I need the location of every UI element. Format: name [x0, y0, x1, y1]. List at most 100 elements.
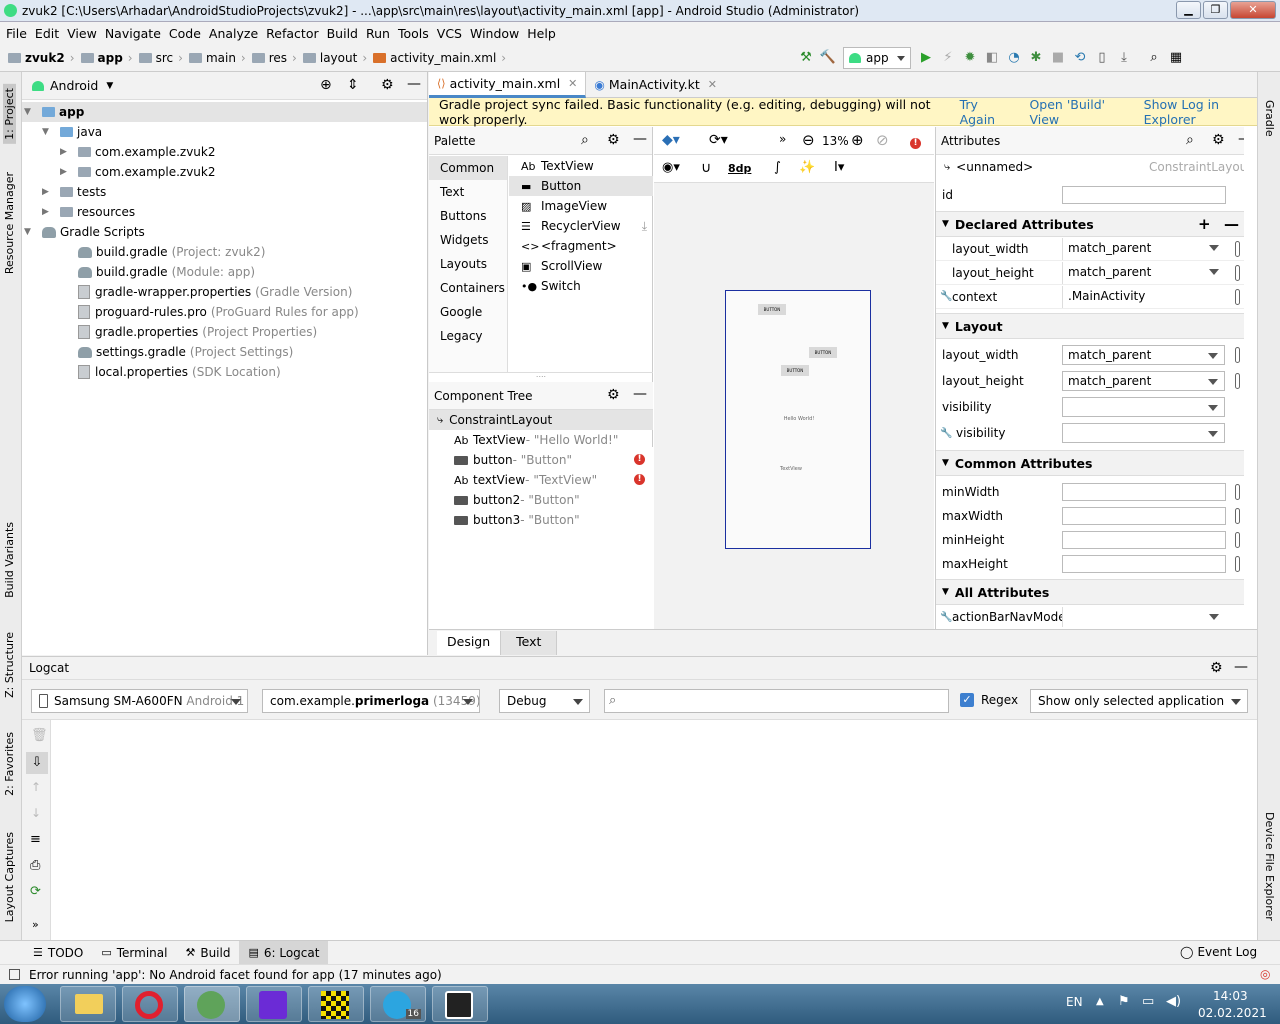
add-attribute-icon[interactable]: +: [1198, 215, 1211, 233]
media-taskbar-icon[interactable]: [246, 986, 302, 1022]
palette-category-containers[interactable]: Containers: [429, 276, 507, 300]
start-button[interactable]: [4, 986, 46, 1022]
apply-changes-icon[interactable]: ⚡: [937, 47, 959, 69]
maximize-button[interactable]: ❐: [1203, 1, 1228, 19]
expand-arrow-icon[interactable]: ▶: [42, 207, 54, 217]
hide-icon[interactable]: —: [633, 131, 647, 147]
align-icon[interactable]: I▾: [834, 160, 844, 175]
palette-category-layouts[interactable]: Layouts: [429, 252, 507, 276]
palette-item[interactable]: ▨ ImageView: [509, 196, 653, 216]
tree-item[interactable]: ▼ java: [22, 122, 427, 142]
telegram-taskbar-icon[interactable]: 16: [370, 986, 426, 1022]
menu-window[interactable]: Window: [470, 26, 519, 41]
favorites-tool-button[interactable]: 2: Favorites: [3, 732, 16, 796]
resource-picker-icon[interactable]: [1235, 556, 1240, 572]
restart-icon[interactable]: ⟳: [30, 884, 41, 899]
build-icon[interactable]: 🔨: [817, 47, 839, 69]
opera-taskbar-icon[interactable]: [122, 986, 178, 1022]
tab-activity-main[interactable]: ⟨⟩ activity_main.xml ✕: [429, 71, 587, 98]
attribute-value[interactable]: [1062, 531, 1226, 549]
orientation-icon[interactable]: ⟳▾: [709, 132, 728, 148]
magnet-icon[interactable]: ∪: [701, 160, 711, 176]
sdk-manager-icon[interactable]: ⤓: [1113, 47, 1135, 69]
gear-icon[interactable]: ⚙: [1210, 660, 1223, 676]
component-tree-item[interactable]: Ab textView - "TextView"!: [429, 470, 653, 490]
palette-category-text[interactable]: Text: [429, 180, 507, 204]
filter-select[interactable]: Show only selected application: [1030, 689, 1248, 713]
resource-manager-tool-button[interactable]: Resource Manager: [3, 172, 16, 274]
sync-gradle-icon[interactable]: ⟲: [1069, 47, 1091, 69]
more-icon[interactable]: »: [32, 918, 39, 931]
layout-captures-tool-button[interactable]: Layout Captures: [3, 832, 16, 922]
warning-icon[interactable]: ◎: [1260, 967, 1270, 981]
attribute-value[interactable]: .MainActivity: [1062, 286, 1226, 308]
search-icon[interactable]: ⌕: [1186, 132, 1194, 148]
preview-button[interactable]: BUTTON: [781, 365, 809, 376]
resource-picker-icon[interactable]: [1235, 288, 1240, 305]
attribute-value[interactable]: match_parent: [1062, 262, 1225, 284]
checker-taskbar-icon[interactable]: [308, 986, 364, 1022]
search-everywhere-icon[interactable]: ⌕: [1143, 47, 1165, 69]
open-build-link[interactable]: Open 'Build' View: [1029, 97, 1123, 127]
structure-tool-button[interactable]: Z: Structure: [3, 632, 16, 698]
show-log-link[interactable]: Show Log in Explorer: [1144, 97, 1257, 127]
common-attributes-section[interactable]: ▼ Common Attributes: [936, 450, 1244, 476]
breadcrumb-item[interactable]: src ›: [138, 51, 183, 65]
zoom-in-icon[interactable]: ⊕: [851, 131, 864, 149]
bottom-tab-build[interactable]: ⚒ Build: [176, 941, 239, 964]
tree-item[interactable]: ▶ com.example.zvuk2: [22, 142, 427, 162]
menu-tools[interactable]: Tools: [398, 26, 429, 41]
attribute-value[interactable]: match_parent: [1062, 371, 1225, 391]
profile-icon[interactable]: ◔: [1003, 47, 1025, 69]
clear-logcat-icon[interactable]: 🗑: [31, 728, 48, 743]
locate-icon[interactable]: ⊕: [320, 77, 332, 93]
preview-button[interactable]: BUTTON: [758, 304, 786, 315]
hide-icon[interactable]: —: [407, 76, 421, 92]
gear-icon[interactable]: ⚙: [607, 132, 620, 148]
more-icon[interactable]: »: [779, 132, 786, 146]
download-icon[interactable]: ⤓: [642, 219, 647, 234]
hide-icon[interactable]: —: [1238, 131, 1244, 147]
palette-item[interactable]: ▬ Button: [509, 176, 653, 196]
menu-file[interactable]: File: [6, 26, 27, 41]
print-icon[interactable]: ⎙: [30, 858, 40, 873]
collapse-all-icon[interactable]: ⇕: [347, 77, 359, 93]
tab-design[interactable]: Design: [437, 630, 502, 655]
device-preview[interactable]: BUTTON BUTTON BUTTON Hello World! TextVi…: [725, 290, 871, 549]
tree-item[interactable]: build.gradle (Project: zvuk2): [22, 242, 427, 262]
gradle-tool-button[interactable]: Gradle: [1263, 100, 1276, 137]
hide-icon[interactable]: —: [633, 386, 647, 402]
expand-arrow-icon[interactable]: ▼: [24, 227, 36, 237]
error-icon[interactable]: !: [910, 134, 921, 149]
error-icon[interactable]: !: [634, 474, 645, 485]
device-select[interactable]: Samsung SM-A600FN Android 1: [31, 689, 248, 713]
breadcrumb-item[interactable]: app ›: [80, 51, 133, 65]
palette-category-google[interactable]: Google: [429, 300, 507, 324]
language-indicator[interactable]: EN: [1066, 995, 1083, 1009]
remove-attribute-icon[interactable]: —: [1224, 215, 1239, 233]
component-tree-item[interactable]: button3- "Button": [429, 510, 653, 530]
android-studio-taskbar-icon[interactable]: [184, 986, 240, 1022]
tree-item[interactable]: build.gradle (Module: app): [22, 262, 427, 282]
menu-build[interactable]: Build: [327, 26, 358, 41]
build-variants-tool-button[interactable]: Build Variants: [3, 522, 16, 598]
menu-edit[interactable]: Edit: [35, 26, 59, 41]
stop-icon[interactable]: ■: [1047, 47, 1069, 69]
zoom-out-icon[interactable]: ⊖: [802, 131, 815, 149]
clear-constraints-icon[interactable]: ∫: [774, 160, 781, 175]
tree-item[interactable]: ▼ app: [22, 102, 427, 122]
bottom-tab-todo[interactable]: ☰ TODO: [24, 941, 92, 964]
event-log-button[interactable]: ◯ Event Log: [1180, 945, 1257, 959]
volume-icon[interactable]: ◀): [1166, 994, 1181, 1009]
monitor-icon[interactable]: ▭: [1142, 994, 1154, 1009]
tree-root[interactable]: ⤷ ConstraintLayout: [429, 410, 653, 430]
all-attributes-section[interactable]: ▼ All Attributes: [936, 579, 1244, 605]
breadcrumb-item[interactable]: zvuk2 ›: [8, 51, 75, 65]
attribute-value[interactable]: match_parent: [1062, 238, 1225, 260]
tree-item[interactable]: ▶ com.example.zvuk2: [22, 162, 427, 182]
menu-refactor[interactable]: Refactor: [266, 26, 318, 41]
up-icon[interactable]: ↑: [31, 780, 41, 794]
tree-item[interactable]: proguard-rules.pro (ProGuard Rules for ap…: [22, 302, 427, 322]
tab-text[interactable]: Text: [501, 630, 558, 655]
tree-item[interactable]: local.properties (SDK Location): [22, 362, 427, 382]
